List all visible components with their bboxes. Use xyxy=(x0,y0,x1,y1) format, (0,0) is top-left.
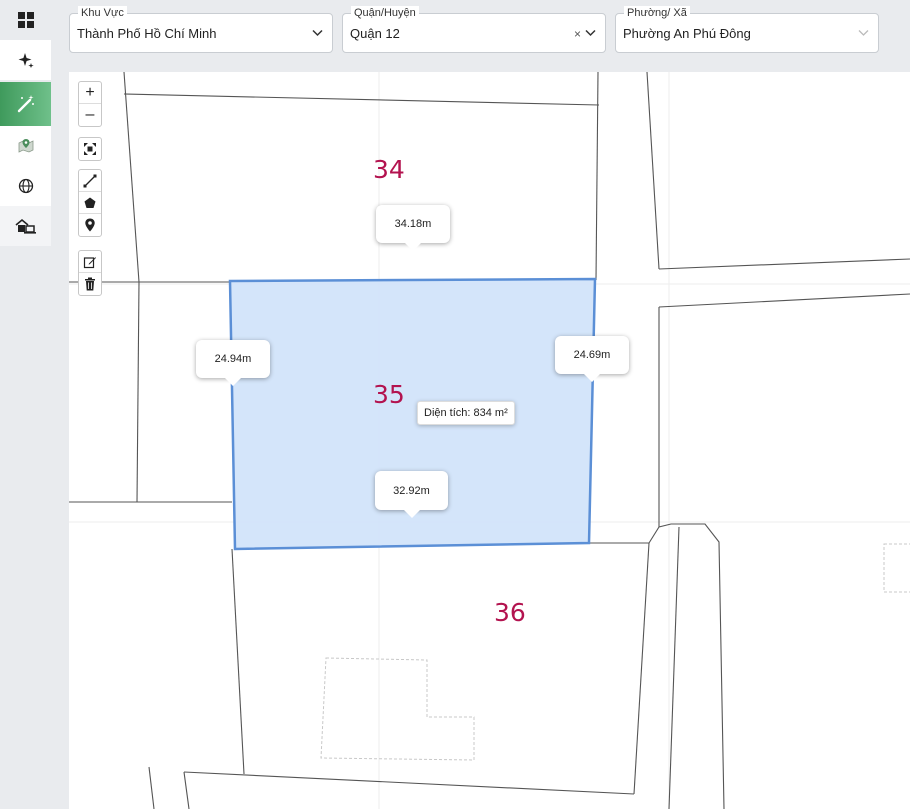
parcel-number: 34 xyxy=(373,155,405,184)
edit-button[interactable] xyxy=(79,251,101,273)
fullscreen-button[interactable] xyxy=(79,138,101,160)
sidebar-item-globe[interactable] xyxy=(0,166,51,206)
zoom-in-button[interactable]: + xyxy=(79,82,101,104)
delete-button[interactable] xyxy=(79,273,101,295)
measurement-bottom: 32.92m xyxy=(375,471,448,518)
parcel-number: 36 xyxy=(494,598,526,627)
edit-control xyxy=(78,250,102,296)
quan-huyen-label: Quận/Huyện xyxy=(351,6,419,20)
quan-huyen-select[interactable]: Quận/Huyện Quận 12 × xyxy=(342,6,606,53)
area-tooltip: Diện tích: 834 m² xyxy=(417,401,515,425)
clear-icon[interactable]: × xyxy=(574,27,581,41)
fullscreen-control xyxy=(78,137,102,161)
draw-control xyxy=(78,169,102,237)
map-pin-icon xyxy=(18,139,33,153)
grid-icon xyxy=(17,12,34,28)
sidebar-item-property[interactable] xyxy=(0,206,51,246)
globe-icon xyxy=(18,178,33,194)
measurement-right: 24.69m xyxy=(555,336,629,382)
edit-icon xyxy=(83,256,96,268)
sidebar-item-map[interactable] xyxy=(0,126,51,166)
line-icon xyxy=(83,174,97,187)
sidebar-item-ai[interactable] xyxy=(0,40,51,80)
parcel-lines xyxy=(69,72,910,809)
phuong-xa-value: Phường An Phú Đông xyxy=(623,26,751,41)
trash-icon xyxy=(85,277,95,291)
phuong-xa-label: Phường/ Xã xyxy=(624,6,690,20)
quan-huyen-value: Quận 12 xyxy=(350,26,400,41)
khu-vuc-value: Thành Phố Hồ Chí Minh xyxy=(77,26,217,41)
measurement-top: 34.18m xyxy=(376,205,450,251)
draw-polygon-button[interactable] xyxy=(79,192,101,214)
chevron-down-icon xyxy=(858,30,869,36)
magic-wand-icon xyxy=(17,95,34,113)
chevron-down-icon xyxy=(312,29,323,37)
parcel-number: 35 xyxy=(373,380,405,409)
phuong-xa-select[interactable]: Phường/ Xã Phường An Phú Đông xyxy=(615,6,879,53)
sparkle-icon xyxy=(18,53,34,68)
polygon-icon xyxy=(84,197,96,208)
map-canvas[interactable]: 34 35 36 34.18m 24.94m 24.69m 32.92m Diệ… xyxy=(69,72,910,809)
marker-icon xyxy=(85,218,95,232)
sidebar xyxy=(0,0,52,809)
draw-line-button[interactable] xyxy=(79,170,101,192)
house-laptop-icon xyxy=(14,218,36,234)
sidebar-item-magic[interactable] xyxy=(0,82,51,126)
khu-vuc-label: Khu Vực xyxy=(78,6,127,20)
fullscreen-icon xyxy=(84,143,96,155)
sidebar-item-dashboard[interactable] xyxy=(0,0,51,40)
zoom-out-button[interactable]: – xyxy=(79,104,101,126)
draw-marker-button[interactable] xyxy=(79,214,101,236)
measurement-left: 24.94m xyxy=(196,340,270,386)
zoom-control: + – xyxy=(78,81,102,127)
khu-vuc-select[interactable]: Khu Vực Thành Phố Hồ Chí Minh xyxy=(69,6,333,53)
chevron-down-icon xyxy=(585,29,596,37)
